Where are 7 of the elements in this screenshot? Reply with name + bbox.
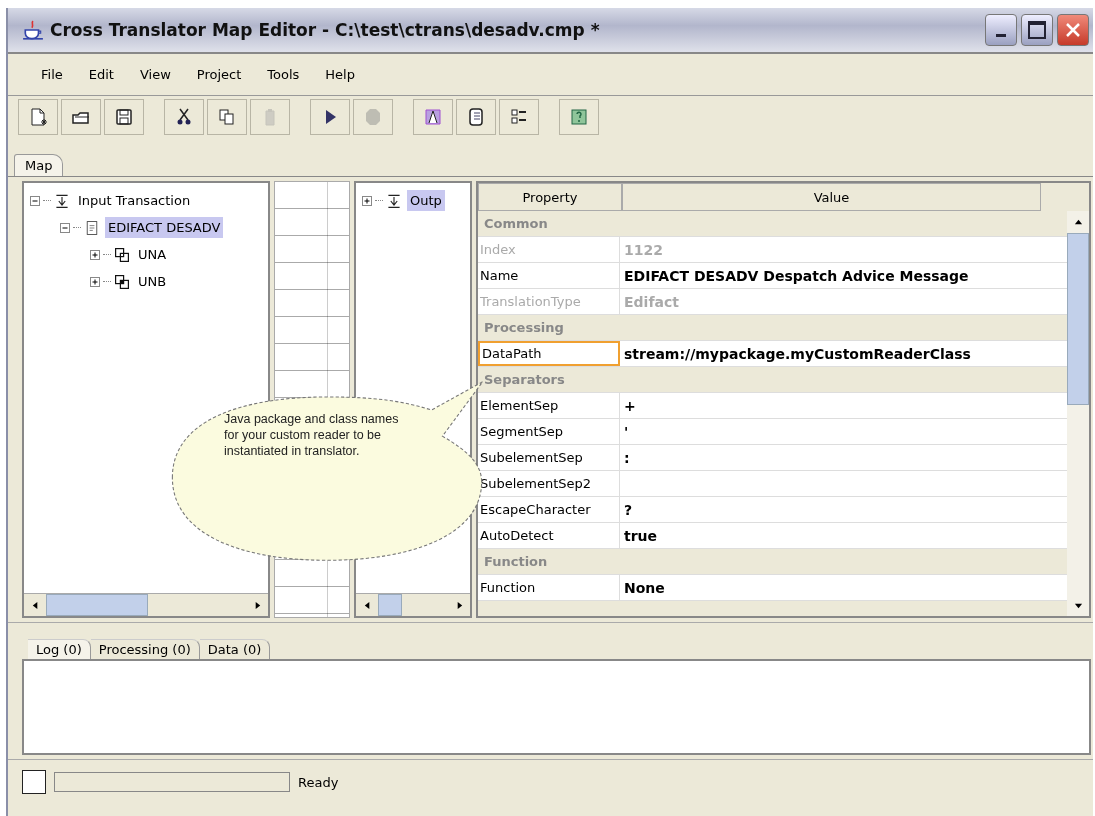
group-header: Separators	[483, 371, 566, 389]
status-text: Ready	[298, 774, 339, 790]
group-header: Function	[483, 553, 549, 571]
callout-text: Java package and class names for your custom reader to be instantiated in translator.	[224, 411, 400, 459]
group-header: Common	[483, 215, 549, 233]
group-header: Processing	[483, 319, 565, 337]
window-title: Cross Translator Map Editor - C:\test\ctrans\desadv.cmp *	[50, 20, 601, 40]
